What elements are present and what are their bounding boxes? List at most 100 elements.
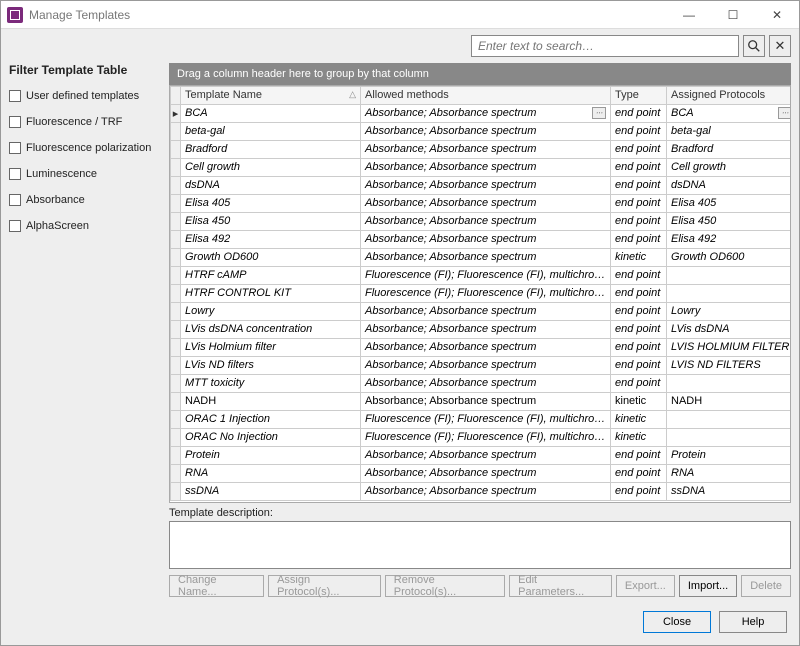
table-row[interactable]: Elisa 450 Absorbance; Absorbance spectrum… [171, 212, 792, 230]
column-header[interactable]: Template Name△ [181, 86, 361, 104]
close-button[interactable]: Close [643, 611, 711, 633]
main-panel: Drag a column header here to group by th… [169, 63, 791, 597]
description-textbox[interactable] [169, 521, 791, 569]
cell-protocols: LVis dsDNA [667, 320, 792, 338]
description-area: Template description: [169, 507, 791, 569]
table-row[interactable]: Elisa 405Absorbance; Absorbance spectrum… [171, 194, 792, 212]
table-row[interactable]: ▸BCAAbsorbance; Absorbance spectrum⋯end … [171, 104, 792, 122]
cell-methods: Absorbance; Absorbance spectrum [361, 140, 611, 158]
filter-item-5[interactable]: AlphaScreen [9, 213, 163, 239]
filter-item-0[interactable]: User defined templates [9, 83, 163, 109]
cell-name: LVis dsDNA concentration [181, 320, 361, 338]
cell-methods: Fluorescence (FI); Fluorescence (FI), mu… [361, 266, 611, 284]
table-row[interactable]: ORAC No InjectionFluorescence (FI); Fluo… [171, 428, 792, 446]
clear-search-button[interactable]: ✕ [769, 35, 791, 57]
minimize-button[interactable]: — [667, 1, 711, 29]
edit-parameters-button[interactable]: Edit Parameters... [509, 575, 612, 597]
checkbox-icon[interactable] [9, 142, 21, 154]
ellipsis-button[interactable]: ⋯ [592, 107, 606, 119]
table-row[interactable]: HTRF CONTROL KITFluorescence (FI); Fluor… [171, 284, 792, 302]
help-button[interactable]: Help [719, 611, 787, 633]
table-row[interactable]: LVis dsDNA concentrationAbsorbance; Abso… [171, 320, 792, 338]
table-row[interactable]: LVis ND filtersAbsorbance; Absorbance sp… [171, 356, 792, 374]
group-by-bar[interactable]: Drag a column header here to group by th… [169, 63, 791, 85]
checkbox-icon[interactable] [9, 90, 21, 102]
cell-methods: Absorbance; Absorbance spectrum [361, 392, 611, 410]
table-row[interactable]: ssDNAAbsorbance; Absorbance spectrumend … [171, 482, 792, 500]
column-header[interactable]: Allowed methods [361, 86, 611, 104]
column-header[interactable]: Assigned Protocols [667, 86, 792, 104]
change-name-button[interactable]: Change Name... [169, 575, 264, 597]
cell-type: end point [611, 194, 667, 212]
import-button[interactable]: Import... [679, 575, 737, 597]
filter-item-3[interactable]: Luminescence [9, 161, 163, 187]
table-row[interactable]: HTRF cAMPFluorescence (FI); Fluorescence… [171, 266, 792, 284]
cell-name: Cell growth [181, 158, 361, 176]
cell-protocols: Protein [667, 446, 792, 464]
cell-name: ORAC No Injection [181, 428, 361, 446]
cell-protocols [667, 428, 792, 446]
close-window-button[interactable]: ✕ [755, 1, 799, 29]
cell-methods: Fluorescence (FI); Fluorescence (FI), mu… [361, 410, 611, 428]
cell-protocols: Elisa 450 [667, 212, 792, 230]
search-icon[interactable] [743, 35, 765, 57]
assign-protocols-button[interactable]: Assign Protocol(s)... [268, 575, 381, 597]
export-button[interactable]: Export... [616, 575, 675, 597]
cell-type: end point [611, 446, 667, 464]
cell-type: end point [611, 302, 667, 320]
cell-protocols: Cell growth [667, 158, 792, 176]
titlebar: Manage Templates — ☐ ✕ [1, 1, 799, 29]
cell-protocols: LVIS ND FILTERS [667, 356, 792, 374]
filter-label: Fluorescence polarization [26, 142, 151, 154]
cell-name: ssDNA [181, 482, 361, 500]
cell-protocols [667, 284, 792, 302]
ellipsis-button[interactable]: ⋯ [778, 107, 791, 119]
cell-methods: Absorbance; Absorbance spectrum⋯ [361, 104, 611, 122]
cell-protocols: Growth OD600 [667, 248, 792, 266]
filter-item-1[interactable]: Fluorescence / TRF [9, 109, 163, 135]
cell-type: end point [611, 320, 667, 338]
cell-name: Elisa 492 [181, 230, 361, 248]
cell-type: end point [611, 122, 667, 140]
table-row[interactable]: dsDNAAbsorbance; Absorbance spectrumend … [171, 176, 792, 194]
table-row[interactable]: NADHAbsorbance; Absorbance spectrumkinet… [171, 392, 792, 410]
table-row[interactable]: Growth OD600Absorbance; Absorbance spect… [171, 248, 792, 266]
table-row[interactable]: Protein Absorbance; Absorbance spectrumen… [171, 446, 792, 464]
filter-item-4[interactable]: Absorbance [9, 187, 163, 213]
cell-methods: Absorbance; Absorbance spectrum [361, 212, 611, 230]
cell-type: end point [611, 266, 667, 284]
table-row[interactable]: beta-galAbsorbance; Absorbance spectrume… [171, 122, 792, 140]
cell-methods: Absorbance; Absorbance spectrum [361, 374, 611, 392]
cell-name: Elisa 405 [181, 194, 361, 212]
table-row[interactable]: Cell growthAbsorbance; Absorbance spectr… [171, 158, 792, 176]
table-row[interactable]: LowryAbsorbance; Absorbance spectrumend … [171, 302, 792, 320]
checkbox-icon[interactable] [9, 220, 21, 232]
table-row[interactable]: LVis Holmium filterAbsorbance; Absorbanc… [171, 338, 792, 356]
cell-name: RNA [181, 464, 361, 482]
checkbox-icon[interactable] [9, 168, 21, 180]
delete-button[interactable]: Delete [741, 575, 791, 597]
checkbox-icon[interactable] [9, 116, 21, 128]
table-row[interactable]: RNAAbsorbance; Absorbance spectrumend po… [171, 464, 792, 482]
checkbox-icon[interactable] [9, 194, 21, 206]
table-row[interactable]: BradfordAbsorbance; Absorbance spectrume… [171, 140, 792, 158]
filter-label: User defined templates [26, 90, 139, 102]
filter-item-2[interactable]: Fluorescence polarization [9, 135, 163, 161]
search-input[interactable] [471, 35, 739, 57]
cell-name: beta-gal [181, 122, 361, 140]
table-row[interactable]: MTT toxicityAbsorbance; Absorbance spect… [171, 374, 792, 392]
cell-type: end point [611, 104, 667, 122]
cell-type: kinetic [611, 428, 667, 446]
cell-protocols [667, 266, 792, 284]
cell-methods: Absorbance; Absorbance spectrum [361, 158, 611, 176]
cell-type: end point [611, 482, 667, 500]
table-row[interactable]: ORAC 1 InjectionFluorescence (FI); Fluor… [171, 410, 792, 428]
table-row[interactable]: Elisa 492Absorbance; Absorbance spectrum… [171, 230, 792, 248]
cell-type: end point [611, 140, 667, 158]
cell-protocols [667, 374, 792, 392]
column-header[interactable]: Type [611, 86, 667, 104]
filter-label: Absorbance [26, 194, 85, 206]
cell-methods: Absorbance; Absorbance spectrum [361, 446, 611, 464]
remove-protocols-button[interactable]: Remove Protocol(s)... [385, 575, 505, 597]
maximize-button[interactable]: ☐ [711, 1, 755, 29]
